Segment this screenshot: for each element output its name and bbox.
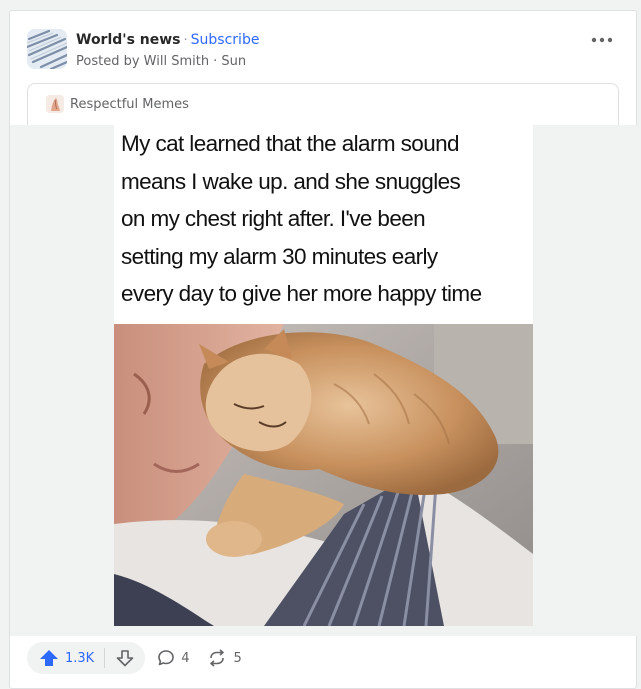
space-header: World's news · Subscribe [76,32,259,48]
vote-controls: 1.3K [27,642,146,674]
meme-caption-line: on my chest right after. I've been [121,206,426,231]
space-avatar[interactable] [27,29,67,69]
posted-by[interactable]: Posted by Will Smith [76,54,209,69]
meme-caption-line: every day to give her more happy time [121,281,482,306]
comment-icon [158,650,175,666]
post-media[interactable]: My cat learned that the alarm sound mean… [10,125,637,636]
space-name-link[interactable]: World's news [76,32,181,48]
separator-dot: · [183,33,188,48]
post-card: World's news · Subscribe Posted by Will Sm… [9,10,637,689]
post-meta: Posted by Will Smith · Sun [76,54,246,69]
downvote-button[interactable] [115,649,135,667]
more-options-button[interactable] [588,29,616,51]
share-icon [210,649,225,667]
meme-caption: My cat learned that the alarm sound mean… [121,125,531,313]
post-time[interactable]: · Sun [213,54,246,69]
meme-image: My cat learned that the alarm sound mean… [114,125,533,626]
cat-photo [114,324,533,626]
upvote-arrow-icon [40,650,58,666]
downvote-arrow-icon [116,650,134,667]
meme-caption-line: My cat learned that the alarm sound [121,131,460,156]
upvote-count: 1.3K [65,650,95,666]
space-icon [46,95,64,113]
upvote-button[interactable]: 1.3K [39,649,94,667]
comment-button[interactable]: 4 [157,649,189,667]
subscribe-button[interactable]: Subscribe [191,32,260,48]
meme-caption-line: setting my alarm 30 minutes early [121,243,438,269]
share-count: 5 [233,650,242,666]
comment-count: 4 [181,650,190,666]
source-space-name: Respectful Memes [70,96,189,112]
vote-divider [104,648,106,668]
source-space[interactable]: Respectful Memes [46,95,189,113]
more-horizontal-icon [591,37,613,43]
post-actions: 1.3K 4 5 [27,642,242,674]
share-button[interactable]: 5 [207,649,242,667]
meme-caption-line: means I wake up. and she snuggles [121,168,461,194]
